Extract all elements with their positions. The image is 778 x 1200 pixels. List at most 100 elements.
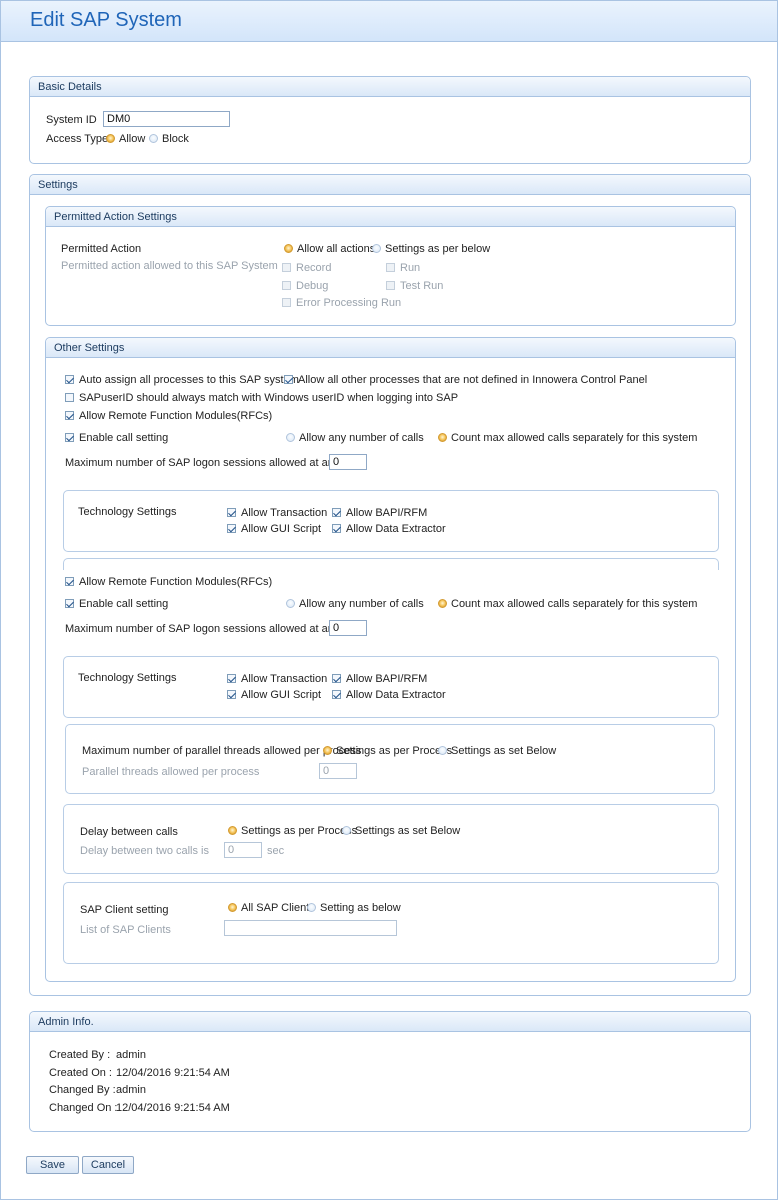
system-id-input[interactable]	[103, 111, 230, 127]
test-run-checkbox[interactable]: Test Run	[386, 280, 443, 292]
allow-rfc-label: Allow Remote Function Modules(RFCs)	[79, 410, 273, 422]
access-block-radio[interactable]: Block	[149, 133, 189, 145]
allow-bapi-label: Allow BAPI/RFM	[346, 507, 428, 519]
checkbox-checked-icon	[65, 577, 74, 586]
count-max-radio[interactable]: Count max allowed calls separately for t…	[438, 432, 697, 444]
allow-other-processes-checkbox[interactable]: Allow all other processes that are not d…	[284, 374, 647, 386]
save-button[interactable]: Save	[26, 1156, 79, 1174]
radio-selected-icon	[228, 903, 237, 912]
allow-bapi-label-2: Allow BAPI/RFM	[346, 673, 428, 685]
allow-extractor-checkbox-2[interactable]: Allow Data Extractor	[332, 689, 446, 701]
allow-gui-checkbox[interactable]: Allow GUI Script	[227, 523, 321, 535]
count-max-radio-2[interactable]: Count max allowed calls separately for t…	[438, 598, 697, 610]
checkbox-checked-icon	[227, 690, 236, 699]
checkbox-checked-icon	[332, 508, 341, 517]
allow-extractor-checkbox[interactable]: Allow Data Extractor	[332, 523, 446, 535]
delay-per-process-radio[interactable]: Settings as per Process	[228, 825, 357, 837]
run-label: Run	[400, 262, 421, 274]
max-sessions-label: Maximum number of SAP logon sessions all…	[65, 457, 364, 469]
checkbox-checked-icon	[227, 674, 236, 683]
allow-other-processes-label: Allow all other processes that are not d…	[298, 374, 648, 386]
basic-details-panel: Basic Details System ID Access Type Allo…	[29, 76, 751, 164]
checkbox-checked-icon	[284, 375, 293, 384]
technology-settings-label-2: Technology Settings	[78, 672, 177, 684]
sapuser-match-checkbox[interactable]: SAPuserID should always match with Windo…	[65, 392, 458, 404]
allow-transaction-checkbox-2[interactable]: Allow Transaction	[227, 673, 327, 685]
record-checkbox[interactable]: Record	[282, 262, 331, 274]
checkbox-icon	[386, 263, 395, 272]
parallel-threads-input[interactable]	[319, 763, 357, 779]
any-calls-label-2: Allow any number of calls	[299, 598, 424, 610]
sap-clients-list-label: List of SAP Clients	[80, 924, 171, 936]
enable-call-checkbox-2[interactable]: Enable call setting	[65, 598, 168, 610]
allow-bapi-checkbox-2[interactable]: Allow BAPI/RFM	[332, 673, 427, 685]
any-calls-radio-2[interactable]: Allow any number of calls	[286, 598, 424, 610]
auto-assign-checkbox[interactable]: Auto assign all processes to this SAP sy…	[65, 374, 299, 386]
checkbox-checked-icon	[65, 375, 74, 384]
created-by-label: Created By :	[49, 1049, 111, 1061]
count-max-label-2: Count max allowed calls separately for t…	[451, 598, 698, 610]
checkbox-icon	[282, 263, 291, 272]
all-sap-client-radio[interactable]: All SAP Client	[228, 902, 309, 914]
cancel-button[interactable]: Cancel	[82, 1156, 134, 1174]
delay-set-below-radio[interactable]: Settings as set Below	[342, 825, 460, 837]
debug-checkbox[interactable]: Debug	[282, 280, 328, 292]
checkbox-checked-icon	[65, 411, 74, 420]
enable-call-label-2: Enable call setting	[79, 598, 169, 610]
permitted-action-hint: Permitted action allowed to this SAP Sys…	[61, 260, 278, 272]
settings-header: Settings	[30, 175, 750, 195]
technology-settings-box: Technology Settings Allow Transaction Al…	[63, 490, 719, 552]
admin-info-panel: Admin Info. Created By : admin Created O…	[29, 1011, 751, 1132]
allow-transaction-label: Allow Transaction	[241, 507, 328, 519]
created-by-value: admin	[116, 1049, 146, 1061]
allow-all-actions-label: Allow all actions	[297, 243, 376, 255]
run-checkbox[interactable]: Run	[386, 262, 420, 274]
edit-sap-system-page: Edit SAP System Basic Details System ID …	[0, 0, 778, 1200]
delay-between-calls-box: Delay between calls Settings as per Proc…	[63, 804, 719, 874]
delay-per-process-label: Settings as per Process	[241, 825, 358, 837]
allow-bapi-checkbox[interactable]: Allow BAPI/RFM	[332, 507, 427, 519]
permitted-action-panel: Permitted Action Settings Permitted Acti…	[45, 206, 736, 326]
debug-label: Debug	[296, 280, 329, 292]
sap-clients-list-input[interactable]	[224, 920, 397, 936]
threads-per-process-radio[interactable]: Settings as per Process	[323, 745, 452, 757]
allow-extractor-label-2: Allow Data Extractor	[346, 689, 446, 701]
enable-call-checkbox[interactable]: Enable call setting	[65, 432, 168, 444]
other-settings-header: Other Settings	[46, 338, 735, 358]
section-separator	[63, 558, 719, 570]
basic-details-header: Basic Details	[30, 77, 750, 97]
threads-set-below-label: Settings as set Below	[451, 745, 557, 757]
settings-as-per-below-radio[interactable]: Settings as per below	[372, 243, 490, 255]
allow-transaction-checkbox[interactable]: Allow Transaction	[227, 507, 327, 519]
allow-rfc-checkbox-2[interactable]: Allow Remote Function Modules(RFCs)	[65, 576, 272, 588]
radio-selected-icon	[284, 244, 293, 253]
threads-set-below-radio[interactable]: Settings as set Below	[438, 745, 556, 757]
allow-rfc-checkbox[interactable]: Allow Remote Function Modules(RFCs)	[65, 410, 272, 422]
test-run-label: Test Run	[400, 280, 444, 292]
error-run-checkbox[interactable]: Error Processing Run	[282, 297, 401, 309]
access-allow-radio[interactable]: Allow	[106, 133, 145, 145]
delay-hint: Delay between two calls is	[80, 845, 210, 857]
radio-unselected-icon	[286, 599, 295, 608]
delay-between-calls-label: Delay between calls	[80, 826, 178, 838]
radio-unselected-icon	[438, 746, 447, 755]
max-sessions-input-2[interactable]	[329, 620, 367, 636]
any-calls-label: Allow any number of calls	[299, 432, 424, 444]
allow-gui-checkbox-2[interactable]: Allow GUI Script	[227, 689, 321, 701]
sap-client-label: SAP Client setting	[80, 904, 169, 916]
all-sap-client-label: All SAP Client	[241, 902, 310, 914]
error-run-label: Error Processing Run	[296, 297, 402, 309]
max-sessions-input[interactable]	[329, 454, 367, 470]
allow-rfc-label-2: Allow Remote Function Modules(RFCs)	[79, 576, 273, 588]
parallel-threads-box: Maximum number of parallel threads allow…	[65, 724, 715, 794]
allow-all-actions-radio[interactable]: Allow all actions	[284, 243, 375, 255]
delay-unit: sec	[267, 845, 285, 857]
title-bar: Edit SAP System	[1, 1, 777, 42]
checkbox-icon	[386, 281, 395, 290]
client-setting-below-radio[interactable]: Setting as below	[307, 902, 401, 914]
delay-input[interactable]	[224, 842, 262, 858]
checkbox-icon	[282, 298, 291, 307]
any-calls-radio[interactable]: Allow any number of calls	[286, 432, 424, 444]
parallel-threads-hint: Parallel threads allowed per process	[82, 766, 260, 778]
settings-as-per-below-label: Settings as per below	[385, 243, 491, 255]
